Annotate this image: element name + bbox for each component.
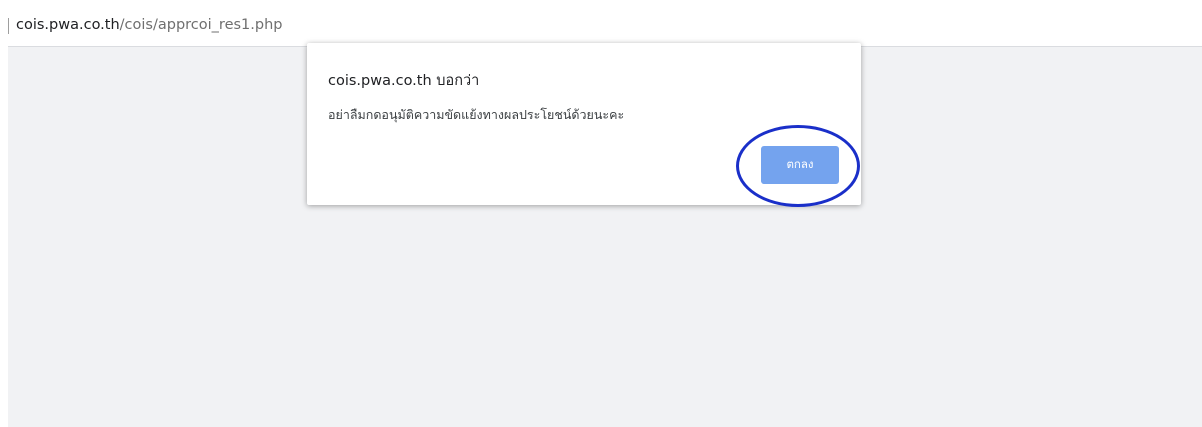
url-path: /cois/apprcoi_res1.php [119, 17, 283, 33]
address-bar[interactable]: cois.pwa.co.th/cois/apprcoi_res1.php [0, 0, 1202, 46]
dialog-title: cois.pwa.co.th บอกว่า [328, 73, 480, 89]
dialog-message: อย่าลืมกดอนุมัติความขัดแย้งทางผลประโยชน์… [328, 107, 625, 122]
url-host: cois.pwa.co.th [16, 17, 120, 33]
ok-button[interactable]: ตกลง [761, 146, 839, 184]
alert-dialog: cois.pwa.co.th บอกว่า อย่าลืมกดอนุมัติคว… [307, 43, 861, 205]
url-text[interactable]: cois.pwa.co.th/cois/apprcoi_res1.php [16, 14, 282, 36]
text-caret [8, 18, 9, 34]
